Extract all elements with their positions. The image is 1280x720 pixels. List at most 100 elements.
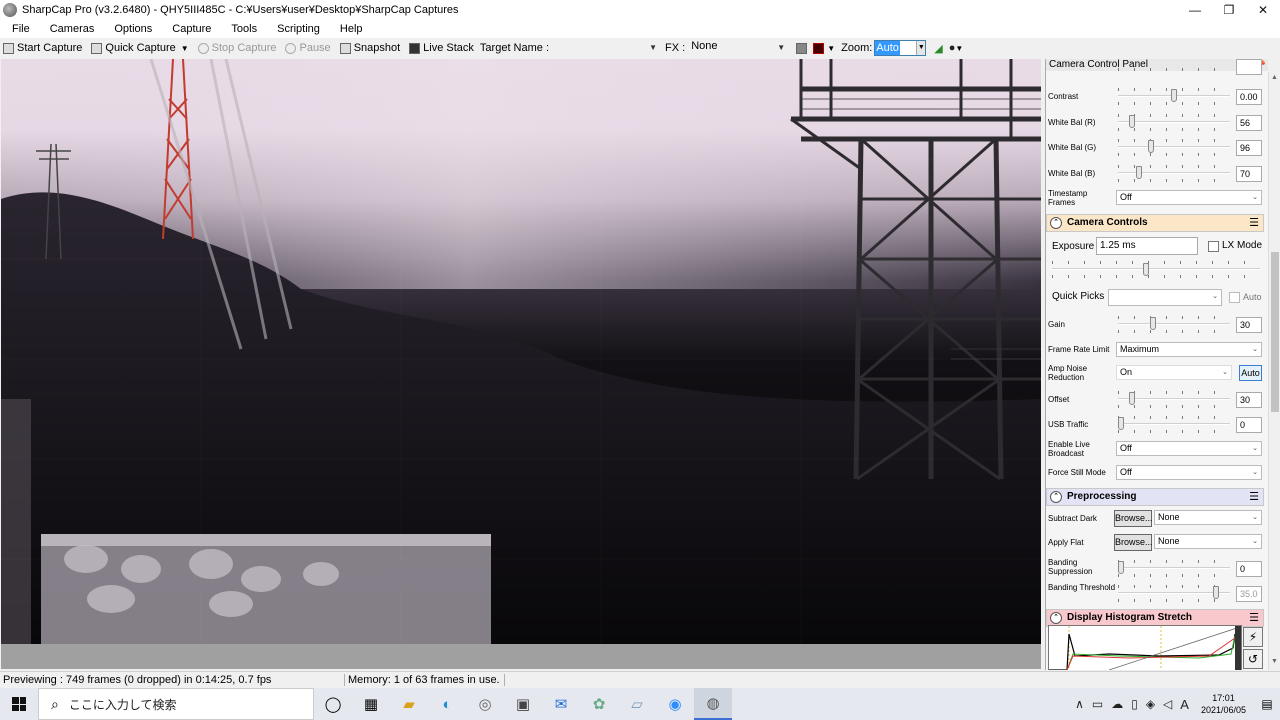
fx-combo[interactable]: None ▼ — [691, 40, 788, 56]
contrast-slider-thumb[interactable] — [1171, 89, 1177, 102]
app-icon[interactable]: ✿ — [580, 688, 618, 720]
menu-scripting[interactable]: Scripting — [265, 23, 328, 35]
chevron-down-icon[interactable]: ▼ — [916, 41, 926, 55]
chevron-down-icon[interactable]: ▼ — [181, 44, 189, 53]
scroll-up-icon[interactable]: ▲ — [1271, 74, 1278, 81]
battery-icon[interactable]: ▯ — [1131, 697, 1138, 711]
histogram-plot[interactable] — [1048, 625, 1242, 670]
ime-indicator[interactable]: A — [1180, 697, 1189, 712]
notification-icon[interactable]: ▤ — [1254, 697, 1280, 711]
white-bal-g-slider-track[interactable] — [1118, 146, 1230, 148]
scroll-down-icon[interactable]: ▼ — [1271, 658, 1278, 665]
collapse-icon[interactable]: ⌃ — [1050, 217, 1062, 229]
menu-options[interactable]: Options — [102, 23, 160, 35]
menu-icon[interactable]: ☰ — [1249, 610, 1259, 626]
offset-slider-thumb[interactable] — [1129, 392, 1135, 405]
mail-icon[interactable]: ✉ — [542, 688, 580, 720]
white-bal-r-slider-thumb[interactable] — [1129, 114, 1135, 128]
live-broadcast-dropdown[interactable]: Off ⌄ — [1116, 441, 1262, 456]
collapse-icon[interactable]: ⌃ — [1050, 491, 1062, 503]
start-capture-button[interactable]: Start Capture — [0, 42, 82, 54]
target-name-combo[interactable]: ▼ — [549, 40, 660, 56]
white-bal-g-slider-thumb[interactable] — [1148, 140, 1154, 153]
usb-traffic-slider-track[interactable] — [1118, 423, 1230, 425]
quick-picks-dropdown[interactable]: ⌄ — [1108, 289, 1222, 306]
quick-capture-button[interactable]: Quick Capture ▼ — [88, 42, 189, 54]
pause-button[interactable]: Pause — [282, 42, 331, 54]
exposure-slider-thumb[interactable] — [1143, 263, 1149, 276]
live-stack-button[interactable]: Live Stack — [406, 42, 474, 54]
cortana-icon[interactable]: ◯ — [314, 688, 352, 720]
histogram-icon[interactable]: ◢ — [934, 42, 942, 55]
chevron-up-icon[interactable]: ∧ — [1075, 697, 1084, 711]
lightning-icon[interactable]: ⚡ — [1243, 627, 1263, 647]
scrollbar-thumb[interactable] — [1271, 252, 1279, 412]
white-bal-b-slider-track[interactable] — [1118, 171, 1230, 174]
usb-traffic-slider-thumb[interactable] — [1118, 417, 1124, 430]
amp-noise-auto-button[interactable]: Auto — [1239, 365, 1262, 381]
banding-suppression-value[interactable]: 0 — [1236, 561, 1262, 577]
magnifier-icon[interactable]: ● — [949, 42, 956, 54]
menu-icon[interactable]: ☰ — [1249, 215, 1259, 231]
app-icon[interactable]: ▱ — [618, 688, 656, 720]
banding-suppression-slider-track[interactable] — [1118, 567, 1230, 569]
force-still-dropdown[interactable]: Off ⌄ — [1116, 465, 1262, 480]
gain-slider-thumb[interactable] — [1150, 317, 1156, 330]
amp-noise-dropdown[interactable]: On ⌄ — [1116, 365, 1232, 380]
banding-threshold-slider-thumb[interactable] — [1213, 586, 1219, 599]
onedrive-icon[interactable]: ☁ — [1111, 697, 1123, 711]
timestamp-frames-dropdown[interactable]: Off ⌄ — [1116, 190, 1262, 205]
device-icon[interactable]: ▭ — [1092, 697, 1103, 711]
gain-value[interactable]: 30 — [1236, 317, 1262, 333]
menu-help[interactable]: Help — [328, 23, 371, 35]
zoom-app-icon[interactable]: ◉ — [656, 688, 694, 720]
menu-file[interactable]: File — [0, 23, 38, 35]
brightness-value-partial[interactable] — [1236, 59, 1262, 75]
menu-cameras[interactable]: Cameras — [38, 23, 103, 35]
task-view-icon[interactable]: ▦ — [352, 688, 390, 720]
lx-mode-checkbox[interactable] — [1208, 241, 1219, 252]
stop-capture-button[interactable]: Stop Capture — [195, 42, 276, 54]
edge-icon[interactable]: ◐ — [428, 688, 466, 720]
minimize-button[interactable]: — — [1178, 0, 1212, 19]
quick-picks-auto-checkbox[interactable] — [1229, 292, 1240, 303]
frame-rate-limit-dropdown[interactable]: Maximum ⌄ — [1116, 342, 1262, 357]
banding-threshold-value[interactable]: 35.0 — [1236, 586, 1262, 602]
exposure-input[interactable]: 1.25 ms — [1096, 237, 1198, 255]
start-button[interactable] — [0, 688, 38, 720]
collapse-icon[interactable]: ⌃ — [1050, 612, 1062, 624]
chevron-down-icon[interactable]: ▼ — [827, 44, 835, 53]
chevron-down-icon[interactable]: ▼ — [955, 44, 963, 53]
gain-slider-track[interactable] — [1118, 323, 1230, 325]
file-explorer-icon[interactable]: ▰ — [390, 688, 428, 720]
close-button[interactable]: ✕ — [1246, 0, 1280, 19]
app-icon[interactable]: ◎ — [466, 688, 504, 720]
volume-icon[interactable]: ◁ — [1163, 697, 1172, 711]
camera-controls-header[interactable]: ⌃ Camera Controls ☰ — [1046, 214, 1264, 232]
maximize-button[interactable]: ❐ — [1212, 0, 1246, 19]
exposure-slider-track[interactable] — [1052, 268, 1260, 270]
white-bal-r-value[interactable]: 56 — [1236, 114, 1262, 131]
panel-scrollbar[interactable]: ▲ ▼ — [1268, 72, 1280, 670]
taskbar-search[interactable]: ⌕ ここに入力して検索 — [38, 688, 314, 720]
usb-traffic-value[interactable]: 0 — [1236, 417, 1262, 433]
sharpcap-taskbar-icon[interactable]: ◍ — [694, 688, 732, 720]
banding-suppression-slider-thumb[interactable] — [1118, 561, 1124, 574]
menu-icon[interactable]: ☰ — [1249, 489, 1259, 505]
camera-preview[interactable] — [1, 59, 1041, 644]
white-bal-b-slider-thumb[interactable] — [1136, 165, 1142, 179]
subtract-dark-dropdown[interactable]: None ⌄ — [1154, 510, 1262, 525]
apply-flat-browse-button[interactable]: Browse... — [1114, 534, 1153, 551]
store-icon[interactable]: ▣ — [504, 688, 542, 720]
menu-capture[interactable]: Capture — [160, 23, 219, 35]
grid-overlay-icon[interactable] — [796, 42, 808, 54]
contrast-value[interactable]: 0.00 — [1236, 89, 1262, 105]
apply-flat-dropdown[interactable]: None ⌄ — [1154, 534, 1262, 549]
white-bal-b-value[interactable]: 70 — [1236, 165, 1262, 182]
menu-tools[interactable]: Tools — [219, 23, 265, 35]
offset-value[interactable]: 30 — [1236, 392, 1262, 408]
preprocessing-header[interactable]: ⌃ Preprocessing ☰ — [1046, 488, 1264, 506]
network-icon[interactable]: ◈ — [1146, 697, 1155, 711]
zoom-combo[interactable]: Auto ▼ — [874, 40, 927, 56]
reset-icon[interactable]: ↺ — [1243, 649, 1263, 669]
